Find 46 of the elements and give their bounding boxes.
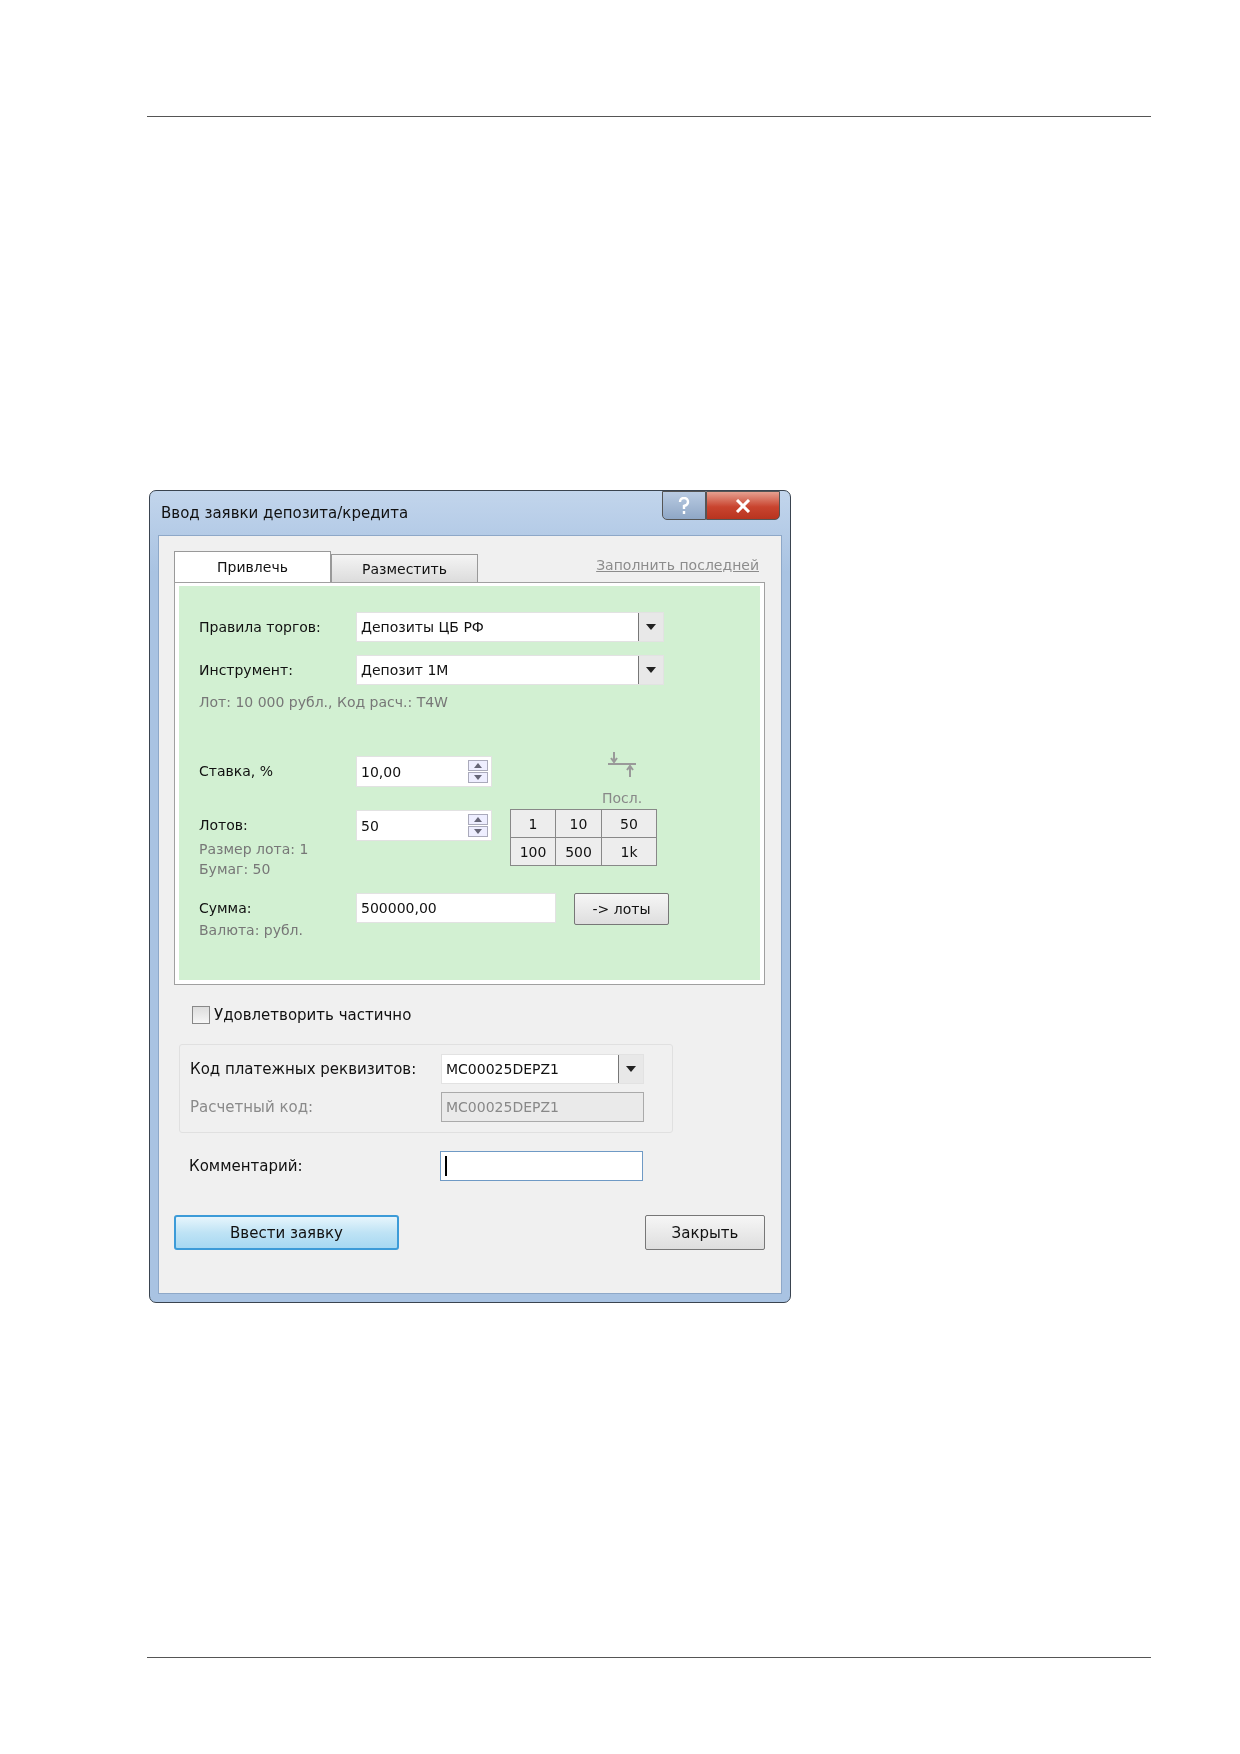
field-label: Лотов:: [199, 817, 249, 833]
comment-field[interactable]: [440, 1151, 643, 1181]
caret-icon: [626, 1066, 636, 1072]
checkbox[interactable]: [192, 1006, 210, 1024]
lot-quick-button[interactable]: 1: [511, 810, 555, 837]
field-label: Код платежных реквизитов:: [190, 1060, 418, 1078]
lot-quick-button[interactable]: 100: [511, 838, 555, 865]
tab[interactable]: Привлечь: [174, 551, 331, 582]
lot-quick-button[interactable]: 1k: [602, 838, 656, 865]
lot-quick-button[interactable]: 500: [556, 838, 601, 865]
field-label: Сумма:: [199, 900, 253, 916]
field-label: Комментарий:: [189, 1157, 304, 1175]
window-title: Ввод заявки депозита/кредита: [161, 504, 409, 522]
help-button[interactable]: [662, 491, 706, 520]
payment-code-dropdown[interactable]: MC00025DEPZ1: [441, 1054, 644, 1084]
currency-info: Валюта: рубл.: [199, 922, 305, 938]
field-label: Инструмент:: [199, 662, 294, 678]
field-label: Расчетный код:: [190, 1098, 315, 1116]
rate-spinner[interactable]: 10,00: [356, 756, 492, 787]
lot-quick-button[interactable]: 50: [602, 810, 656, 837]
caret-icon: [646, 624, 656, 630]
lot-quick-button[interactable]: 10: [556, 810, 601, 837]
up-arrow-icon: [474, 763, 482, 768]
instrument-info: Лот: 10 000 рубл., Код расч.: T4W: [199, 694, 449, 710]
lots-spinner[interactable]: 50: [356, 810, 492, 841]
down-arrow-icon: [474, 775, 482, 780]
sum-field[interactable]: 500000,00: [356, 893, 556, 923]
trade-rules-dropdown[interactable]: Депозиты ЦБ РФ: [356, 612, 664, 642]
dialog-button[interactable]: Закрыть: [645, 1215, 765, 1250]
close-button[interactable]: [706, 491, 780, 520]
close-icon: [735, 498, 751, 513]
up-arrow-icon: [474, 817, 482, 822]
field-label: Правила торгов:: [199, 619, 322, 635]
lot-info: Бумаг: 50: [199, 860, 272, 879]
checkbox-label: Удовлетворить частично: [214, 1006, 412, 1024]
last-label: Посл.: [602, 790, 643, 806]
tab[interactable]: Разместить: [331, 554, 478, 582]
arrows-icon[interactable]: [606, 752, 639, 778]
lot-info: Размер лота: 1: [199, 840, 310, 859]
down-arrow-icon: [474, 829, 482, 834]
field-label: Ставка, %: [199, 763, 274, 779]
instrument-dropdown[interactable]: Депозит 1М: [356, 655, 664, 685]
convert-button[interactable]: -> лоты: [574, 893, 669, 925]
dialog-button[interactable]: Ввести заявку: [174, 1215, 399, 1250]
caret-icon: [646, 667, 656, 673]
help-icon: [677, 496, 691, 515]
